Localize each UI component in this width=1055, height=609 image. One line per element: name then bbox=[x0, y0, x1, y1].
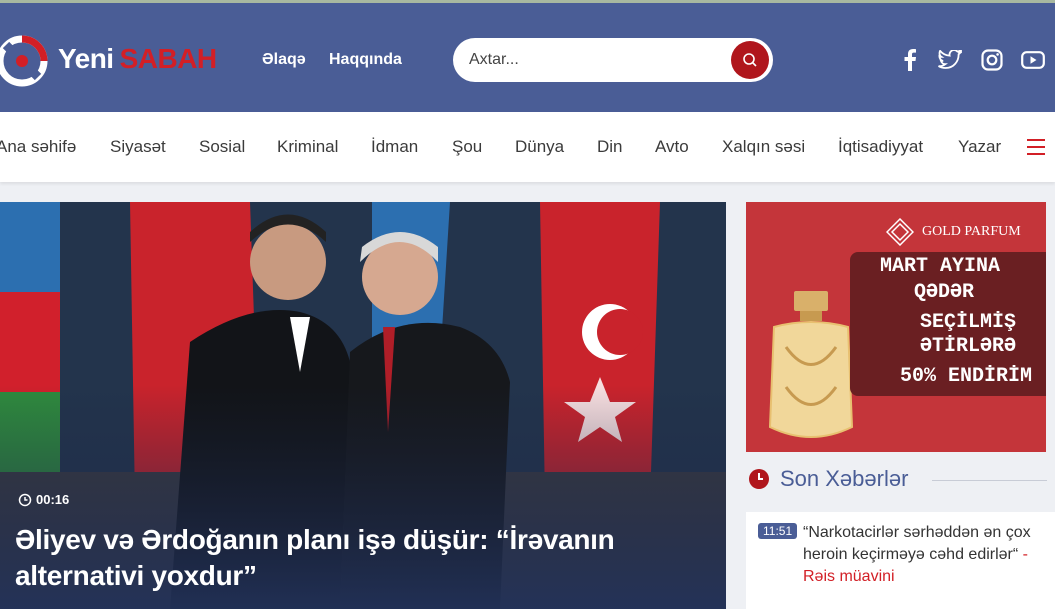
site-header: Yeni SABAH Əlaqə Haqqında bbox=[0, 0, 1055, 112]
logo-icon[interactable] bbox=[0, 25, 50, 97]
news-headline-text: “Narkotacirlər sərhəddən ən çox heroin k… bbox=[803, 524, 1031, 563]
ad-brand-name: GOLD PARFUM bbox=[922, 224, 1021, 239]
article-time-text: 00:16 bbox=[36, 492, 70, 507]
nav-item-criminal[interactable]: Kriminal bbox=[277, 137, 338, 157]
clock-icon bbox=[18, 493, 32, 506]
youtube-icon[interactable] bbox=[1021, 48, 1045, 72]
gold-parfum-logo-icon bbox=[886, 218, 914, 246]
nav-item-people-voice[interactable]: Xalqın səsi bbox=[722, 137, 805, 157]
twitter-icon[interactable] bbox=[938, 48, 962, 72]
nav-item-auto[interactable]: Avto bbox=[655, 137, 689, 157]
contact-link[interactable]: Əlaqə bbox=[262, 51, 306, 69]
hero-article[interactable]: 00:16 Əliyev və Ərdoğanın planı işə düşü… bbox=[0, 202, 726, 609]
logo-sabah: SABAH bbox=[119, 43, 218, 74]
nav-item-social[interactable]: Sosial bbox=[199, 137, 245, 157]
facebook-icon[interactable] bbox=[898, 48, 922, 72]
nav-item-home[interactable]: Ana səhifə bbox=[0, 137, 76, 157]
ad-line-3: SEÇİLMİŞ bbox=[920, 311, 1017, 334]
article-time: 00:16 bbox=[18, 492, 69, 507]
main-nav: Ana səhifə Siyasət Sosial Kriminal İdman… bbox=[0, 112, 1055, 182]
search-icon bbox=[743, 53, 757, 67]
nav-item-author[interactable]: Yazar bbox=[958, 137, 1001, 157]
divider bbox=[932, 480, 1047, 481]
latest-news-header: Son Xəbərlər bbox=[748, 466, 908, 492]
about-link[interactable]: Haqqında bbox=[329, 51, 402, 69]
nav-item-sport[interactable]: İdman bbox=[371, 137, 418, 157]
nav-item-religion[interactable]: Din bbox=[597, 137, 623, 157]
news-list-item[interactable]: 11:51 “Narkotacirlər sərhəddən ən çox he… bbox=[746, 512, 1055, 609]
news-headline[interactable]: “Narkotacirlər sərhəddən ən çox heroin k… bbox=[803, 522, 1048, 588]
instagram-icon[interactable] bbox=[980, 48, 1004, 72]
nav-item-show[interactable]: Şou bbox=[452, 137, 482, 157]
nav-item-economy[interactable]: İqtisadiyyat bbox=[838, 137, 923, 157]
ad-line-1: MART AYINA bbox=[880, 255, 1001, 278]
nav-item-politics[interactable]: Siyasət bbox=[110, 137, 166, 157]
article-title[interactable]: Əliyev və Ərdoğanın planı işə düşür: “İr… bbox=[15, 522, 695, 594]
ad-line-4: ƏTİRLƏRƏ bbox=[920, 335, 1017, 358]
ad-line-2: QƏDƏR bbox=[914, 281, 975, 304]
advertisement-banner[interactable]: GOLD PARFUM MART AYINA QƏDƏR SEÇİLMİŞ ƏT… bbox=[746, 202, 1046, 452]
search-button[interactable] bbox=[731, 41, 769, 79]
logo-yeni: Yeni bbox=[58, 43, 114, 74]
search-box bbox=[453, 38, 773, 82]
search-input[interactable] bbox=[469, 49, 719, 71]
ad-line-5: 50% ENDİRİM bbox=[900, 365, 1033, 388]
menu-icon[interactable] bbox=[1027, 139, 1045, 155]
news-time-badge: 11:51 bbox=[758, 523, 798, 539]
clock-icon bbox=[749, 469, 769, 489]
nav-item-world[interactable]: Dünya bbox=[515, 137, 564, 157]
ad-brand: GOLD PARFUM bbox=[886, 218, 1021, 246]
latest-news-title: Son Xəbərlər bbox=[780, 466, 909, 491]
logo-text[interactable]: Yeni SABAH bbox=[58, 43, 217, 75]
